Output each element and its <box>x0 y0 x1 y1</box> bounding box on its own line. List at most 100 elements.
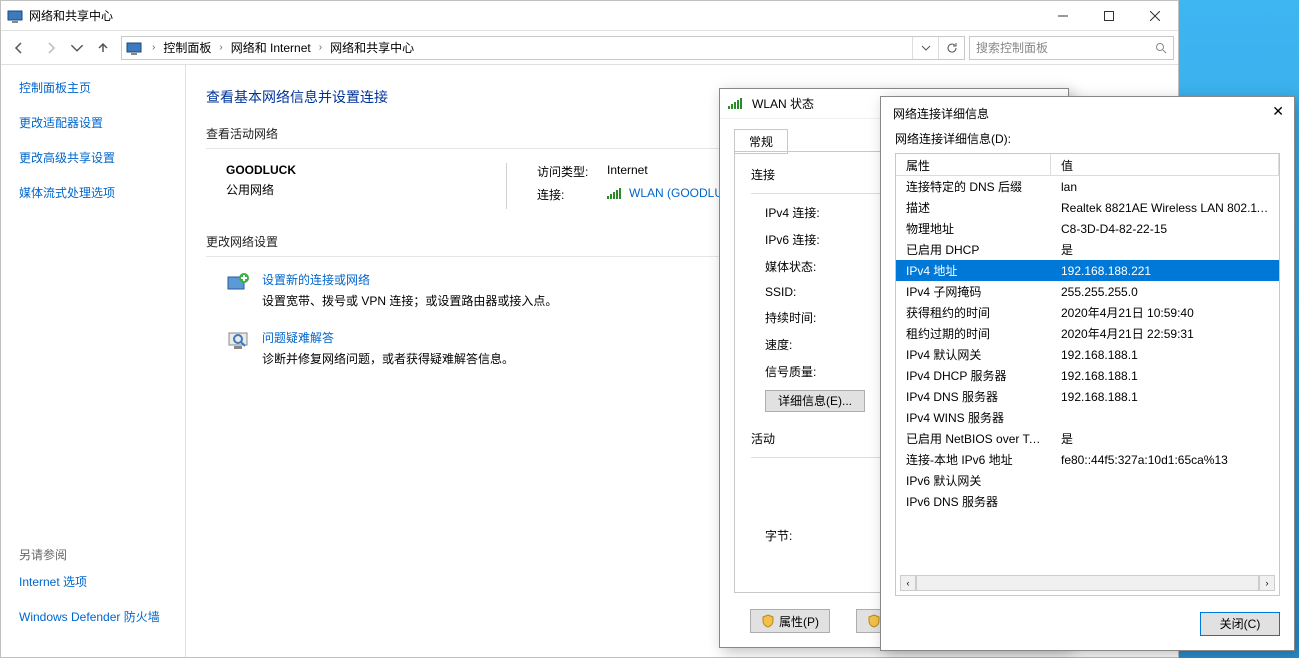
table-row[interactable]: 已启用 NetBIOS over Tc...是 <box>896 428 1279 449</box>
row-ipv4-label: IPv4 连接: <box>751 204 851 221</box>
table-row[interactable]: IPv4 地址192.168.188.221 <box>896 260 1279 281</box>
search-input[interactable]: 搜索控制面板 <box>969 36 1174 60</box>
table-row[interactable]: IPv4 WINS 服务器 <box>896 407 1279 428</box>
cell-value: 192.168.188.1 <box>1051 348 1279 362</box>
troubleshoot-icon <box>226 329 250 353</box>
table-row[interactable]: IPv4 默认网关192.168.188.1 <box>896 344 1279 365</box>
network-center-icon <box>7 8 23 24</box>
dialog-title: 网络连接详细信息 <box>881 97 1294 130</box>
cell-value: 192.168.188.221 <box>1051 264 1279 278</box>
crumb-network-internet[interactable]: 网络和 Internet <box>229 39 313 56</box>
cell-property: IPv4 子网掩码 <box>896 283 1051 300</box>
table-row[interactable]: 物理地址C8-3D-D4-82-22-15 <box>896 218 1279 239</box>
network-type: 公用网络 <box>226 181 506 198</box>
ref-defender-firewall[interactable]: Windows Defender 防火墙 <box>19 608 160 625</box>
sidebar-item-adapters[interactable]: 更改适配器设置 <box>19 114 167 131</box>
breadcrumb-dropdown[interactable] <box>912 37 938 59</box>
chevron-right-icon[interactable]: › <box>148 42 159 53</box>
search-icon <box>1155 42 1167 54</box>
table-row[interactable]: IPv6 默认网关 <box>896 470 1279 491</box>
new-connection-title[interactable]: 设置新的连接或网络 <box>262 271 370 288</box>
table-row[interactable]: 描述Realtek 8821AE Wireless LAN 802.11ac <box>896 197 1279 218</box>
cell-property: IPv4 默认网关 <box>896 346 1051 363</box>
table-row[interactable]: IPv6 DNS 服务器 <box>896 491 1279 512</box>
up-button[interactable] <box>89 35 117 61</box>
cell-property: 连接-本地 IPv6 地址 <box>896 451 1051 468</box>
row-duration-label: 持续时间: <box>751 309 851 326</box>
table-row[interactable]: 租约过期的时间2020年4月21日 22:59:31 <box>896 323 1279 344</box>
crumb-sharing-center[interactable]: 网络和共享中心 <box>328 39 416 56</box>
signal-icon <box>728 98 742 109</box>
cell-value: 2020年4月21日 10:59:40 <box>1051 304 1279 321</box>
cell-value: 255.255.255.0 <box>1051 285 1279 299</box>
close-button[interactable]: ✕ <box>1272 103 1284 120</box>
chevron-right-icon[interactable]: › <box>215 42 226 53</box>
cell-value: 是 <box>1051 430 1279 447</box>
cell-value: lan <box>1051 180 1279 194</box>
table-row[interactable]: IPv4 DHCP 服务器192.168.188.1 <box>896 365 1279 386</box>
breadcrumb[interactable]: › 控制面板 › 网络和 Internet › 网络和共享中心 <box>121 36 965 60</box>
sidebar-item-home[interactable]: 控制面板主页 <box>19 79 167 96</box>
crumb-control-panel[interactable]: 控制面板 <box>161 39 213 56</box>
ref-internet-options[interactable]: Internet 选项 <box>19 573 160 590</box>
row-ssid-label: SSID: <box>751 285 851 299</box>
access-type-label: 访问类型: <box>537 163 607 180</box>
close-button[interactable] <box>1132 1 1178 31</box>
chevron-right-icon[interactable]: › <box>315 42 326 53</box>
cell-property: 租约过期的时间 <box>896 325 1051 342</box>
dialog-title: WLAN 状态 <box>752 95 814 112</box>
cell-value: Realtek 8821AE Wireless LAN 802.11ac <box>1051 201 1279 215</box>
table-row[interactable]: 连接-本地 IPv6 地址fe80::44f5:327a:10d1:65ca%1… <box>896 449 1279 470</box>
col-property[interactable]: 属性 <box>896 154 1051 175</box>
see-also-label: 另请参阅 <box>19 546 160 563</box>
new-connection-icon <box>226 271 250 295</box>
cell-value: C8-3D-D4-82-22-15 <box>1051 222 1279 236</box>
table-row[interactable]: IPv4 DNS 服务器192.168.188.1 <box>896 386 1279 407</box>
cell-property: IPv4 DNS 服务器 <box>896 388 1051 405</box>
maximize-button[interactable] <box>1086 1 1132 31</box>
troubleshoot-desc: 诊断并修复网络问题，或者获得疑难解答信息。 <box>262 350 514 367</box>
new-connection-desc: 设置宽带、拨号或 VPN 连接；或设置路由器或接入点。 <box>262 292 557 309</box>
cell-value: fe80::44f5:327a:10d1:65ca%13 <box>1051 453 1279 467</box>
access-type-value: Internet <box>607 163 648 180</box>
table-row[interactable]: 获得租约的时间2020年4月21日 10:59:40 <box>896 302 1279 323</box>
table-row[interactable]: 已启用 DHCP是 <box>896 239 1279 260</box>
table-row[interactable]: 连接特定的 DNS 后缀lan <box>896 176 1279 197</box>
close-details-button[interactable]: 关闭(C) <box>1200 612 1280 636</box>
details-table: 属性 值 连接特定的 DNS 后缀lan描述Realtek 8821AE Wir… <box>895 153 1280 596</box>
connection-label: 连接: <box>537 186 607 203</box>
cell-property: 连接特定的 DNS 后缀 <box>896 178 1051 195</box>
titlebar: 网络和共享中心 <box>1 1 1178 31</box>
cell-property: IPv6 默认网关 <box>896 472 1051 489</box>
row-quality-label: 信号质量: <box>751 363 851 380</box>
col-value[interactable]: 值 <box>1051 154 1279 175</box>
back-button[interactable] <box>5 35 33 61</box>
refresh-button[interactable] <box>938 37 964 59</box>
address-bar: › 控制面板 › 网络和 Internet › 网络和共享中心 搜索控制面板 <box>1 31 1178 65</box>
row-speed-label: 速度: <box>751 336 851 353</box>
troubleshoot-title[interactable]: 问题疑难解答 <box>262 329 334 346</box>
table-row[interactable]: IPv4 子网掩码255.255.255.0 <box>896 281 1279 302</box>
scroll-right-icon[interactable]: › <box>1259 575 1275 591</box>
cell-property: 物理地址 <box>896 220 1051 237</box>
cell-property: IPv4 地址 <box>896 262 1051 279</box>
search-placeholder: 搜索控制面板 <box>976 39 1155 56</box>
horizontal-scrollbar[interactable]: ‹ › <box>900 575 1275 591</box>
cell-property: 描述 <box>896 199 1051 216</box>
properties-button[interactable]: 属性(P) <box>750 609 830 633</box>
cell-property: IPv4 WINS 服务器 <box>896 409 1051 426</box>
details-label: 网络连接详细信息(D): <box>881 130 1294 153</box>
row-media-label: 媒体状态: <box>751 258 851 275</box>
forward-button[interactable] <box>37 35 65 61</box>
scroll-left-icon[interactable]: ‹ <box>900 575 916 591</box>
details-button[interactable]: 详细信息(E)... <box>765 390 865 412</box>
cell-property: 已启用 DHCP <box>896 241 1051 258</box>
shield-icon <box>867 614 881 628</box>
minimize-button[interactable] <box>1040 1 1086 31</box>
network-name: GOODLUCK <box>226 163 506 177</box>
sidebar-item-streaming[interactable]: 媒体流式处理选项 <box>19 184 167 201</box>
sidebar-item-sharing[interactable]: 更改高级共享设置 <box>19 149 167 166</box>
recent-dropdown[interactable] <box>69 35 85 61</box>
cell-property: 已启用 NetBIOS over Tc... <box>896 430 1051 447</box>
window-title: 网络和共享中心 <box>29 7 1040 24</box>
